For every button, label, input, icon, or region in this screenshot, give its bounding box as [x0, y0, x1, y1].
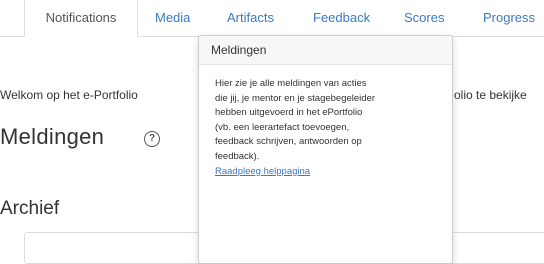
- popover-line: Hier zie je alle meldingen van acties: [215, 78, 367, 89]
- popover-title: Meldingen: [199, 36, 452, 65]
- welcome-text-end: olio te bekijke: [454, 88, 527, 102]
- tab-artifacts[interactable]: Artifacts: [227, 0, 274, 36]
- tab-progress[interactable]: Progress: [483, 0, 535, 36]
- page-title: Meldingen: [0, 124, 105, 149]
- popover-line: feedback).: [215, 150, 260, 162]
- archive-heading: Archief: [0, 198, 60, 219]
- popover-line: die jij, je mentor en je stagebegeleider: [215, 92, 376, 104]
- popover-line: hebben uitgevoerd in het ePortfolio: [215, 107, 363, 119]
- tab-bar: Notifications Media Artifacts Feedback S…: [0, 0, 544, 37]
- popover-line: (vb. een leerartefact toevoegen,: [215, 121, 350, 133]
- tab-media[interactable]: Media: [155, 0, 190, 36]
- popover-body: Hier zie je alle meldingen van acties di…: [199, 65, 452, 179]
- tab-feedback[interactable]: Feedback: [313, 0, 370, 36]
- tab-notifications[interactable]: Notifications: [24, 0, 138, 37]
- help-page-link[interactable]: Raadpleeg helppagina: [215, 166, 310, 177]
- tab-scores[interactable]: Scores: [404, 0, 444, 36]
- welcome-text-start: Welkom op het e-Portfolio: [0, 88, 138, 102]
- help-popover: Meldingen Hier zie je alle meldingen van…: [198, 35, 453, 264]
- popover-line: feedback schrijven, antwoorden op: [215, 136, 362, 148]
- question-circle-icon[interactable]: ?: [144, 131, 160, 147]
